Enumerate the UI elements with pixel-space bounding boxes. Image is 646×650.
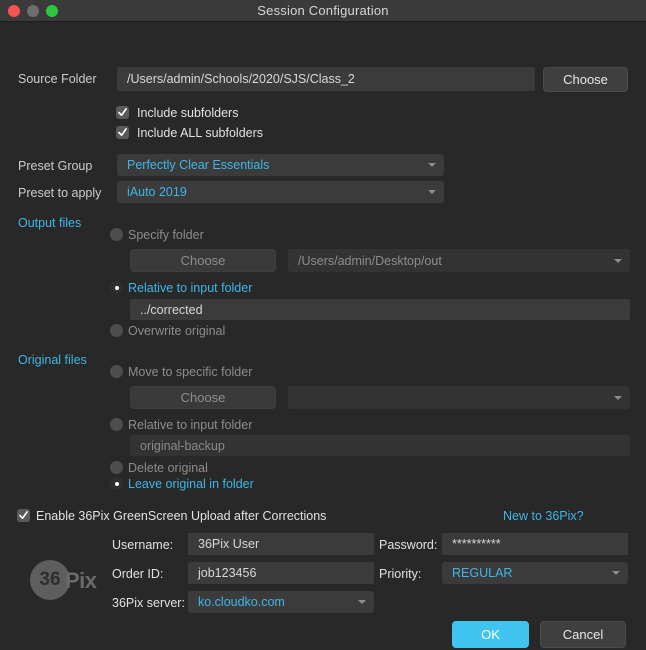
window-titlebar: Session Configuration <box>0 0 646 22</box>
preset-group-label: Preset Group <box>18 159 93 173</box>
output-overwrite-radio[interactable] <box>110 324 123 337</box>
preset-group-value: Perfectly Clear Essentials <box>127 158 270 172</box>
output-specify-choose-button[interactable]: Choose <box>130 249 276 272</box>
traffic-light-group <box>0 4 58 17</box>
preset-to-apply-label: Preset to apply <box>18 186 102 200</box>
36pix-logo: 36 Pix <box>30 560 116 600</box>
priority-value: REGULAR <box>452 566 513 580</box>
radio-dot-icon <box>114 285 119 290</box>
source-choose-label: Choose <box>563 72 608 87</box>
priority-dropdown[interactable]: REGULAR <box>442 562 628 584</box>
original-delete-radio[interactable] <box>110 461 123 474</box>
output-relative-radio[interactable] <box>110 281 123 294</box>
dialog-body: Source Folder /Users/admin/Schools/2020/… <box>0 22 646 650</box>
username-label: Username: <box>112 538 174 552</box>
original-move-choose-label: Choose <box>180 390 226 405</box>
check-icon <box>19 511 28 520</box>
check-icon <box>118 108 127 117</box>
server-dropdown[interactable]: ko.cloudko.com <box>188 591 374 613</box>
original-relative-radio[interactable] <box>110 418 123 431</box>
original-leave-label: Leave original in folder <box>128 477 254 491</box>
output-overwrite-label: Overwrite original <box>128 324 226 338</box>
username-input[interactable]: 36Pix User <box>188 533 374 555</box>
enable-upload-checkbox[interactable] <box>17 509 30 522</box>
output-specify-path-dropdown[interactable]: /Users/admin/Desktop/out <box>288 249 630 272</box>
output-relative-path-input[interactable]: ../corrected <box>130 299 630 320</box>
zoom-window-icon[interactable] <box>46 4 58 17</box>
original-files-section-label: Original files <box>18 353 87 367</box>
password-input[interactable]: ********** <box>442 533 628 555</box>
radio-dot-icon <box>114 481 119 486</box>
original-relative-path-input[interactable]: original-backup <box>130 435 630 456</box>
original-delete-label: Delete original <box>128 461 208 475</box>
source-choose-button[interactable]: Choose <box>543 67 628 92</box>
order-id-input[interactable]: job123456 <box>188 562 374 584</box>
chevron-down-icon <box>614 258 622 263</box>
original-move-radio[interactable] <box>110 365 123 378</box>
ok-label: OK <box>481 627 500 642</box>
source-folder-input[interactable]: /Users/admin/Schools/2020/SJS/Class_2 <box>117 67 535 91</box>
original-move-choose-button[interactable]: Choose <box>130 386 276 409</box>
original-leave-radio[interactable] <box>110 477 123 490</box>
preset-group-dropdown[interactable]: Perfectly Clear Essentials <box>117 154 444 176</box>
session-configuration-window: Session Configuration Source Folder /Use… <box>0 0 646 650</box>
minimize-window-icon[interactable] <box>27 4 39 17</box>
output-relative-label: Relative to input folder <box>128 281 253 295</box>
original-move-label: Move to specific folder <box>128 365 253 379</box>
server-value: ko.cloudko.com <box>198 595 285 609</box>
chevron-down-icon <box>358 600 366 604</box>
new-to-36pix-link[interactable]: New to 36Pix? <box>503 509 584 523</box>
output-specify-path-value: /Users/admin/Desktop/out <box>298 253 442 268</box>
close-window-icon[interactable] <box>8 4 20 17</box>
include-subfolders-label: Include subfolders <box>137 106 239 120</box>
chevron-down-icon <box>612 571 620 575</box>
output-specify-folder-label: Specify folder <box>128 228 204 242</box>
36pix-logo-word: Pix <box>65 568 97 593</box>
original-relative-label: Relative to input folder <box>128 418 253 432</box>
output-files-section-label: Output files <box>18 216 82 230</box>
cancel-label: Cancel <box>562 627 604 642</box>
output-specify-choose-label: Choose <box>180 253 226 268</box>
ok-button[interactable]: OK <box>452 621 529 648</box>
include-all-subfolders-checkbox[interactable] <box>116 126 129 139</box>
chevron-down-icon <box>614 395 622 400</box>
preset-to-apply-value: iAuto 2019 <box>127 185 187 199</box>
preset-to-apply-dropdown[interactable]: iAuto 2019 <box>117 181 444 203</box>
cancel-button[interactable]: Cancel <box>540 621 626 648</box>
order-id-label: Order ID: <box>112 567 164 581</box>
server-label: 36Pix server: <box>112 596 185 610</box>
check-icon <box>118 128 127 137</box>
original-move-path-dropdown[interactable] <box>288 386 630 409</box>
priority-label: Priority: <box>379 567 422 581</box>
chevron-down-icon <box>428 163 436 167</box>
include-all-subfolders-label: Include ALL subfolders <box>137 126 264 140</box>
output-specify-folder-radio[interactable] <box>110 228 123 241</box>
window-title: Session Configuration <box>257 3 389 18</box>
chevron-down-icon <box>428 190 436 194</box>
enable-upload-label: Enable 36Pix GreenScreen Upload after Co… <box>36 509 327 523</box>
password-label: Password: <box>379 538 438 552</box>
36pix-logo-number: 36 <box>30 560 70 600</box>
include-subfolders-checkbox[interactable] <box>116 106 129 119</box>
source-folder-label: Source Folder <box>18 72 97 86</box>
